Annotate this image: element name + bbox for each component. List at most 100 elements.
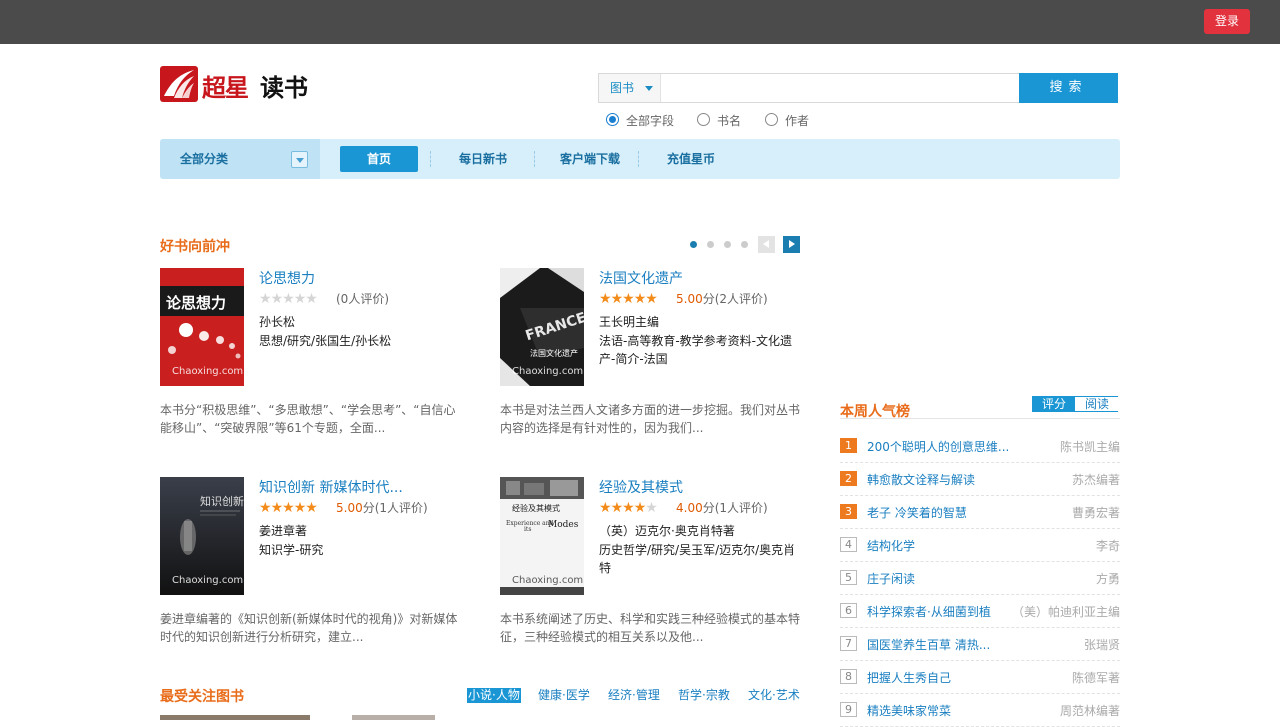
cover-watermark: Chaoxing.com	[512, 575, 584, 586]
top-bar: 登录	[0, 0, 1280, 44]
book-card: 经验及其模式 Experience and its Modes Chaoxing…	[500, 477, 800, 667]
nav-daily-new-books[interactable]: 每日新书	[446, 146, 520, 172]
rating-stars-icon: ★★★★★	[599, 500, 658, 516]
ranking-author: 李奇	[1095, 539, 1120, 553]
rating-stars-icon: ★★★★★	[259, 500, 318, 516]
cover-watermark: Chaoxing.com	[512, 366, 584, 377]
book-title-link[interactable]: 法国文化遗产	[599, 268, 683, 288]
carousel-dot[interactable]	[690, 241, 697, 248]
radio-unchecked-icon	[765, 113, 778, 126]
nav-recharge[interactable]: 充值星币	[654, 146, 728, 172]
radio-label: 作者	[785, 114, 810, 128]
tab-fiction-people[interactable]: 小说·人物	[467, 688, 521, 703]
ranking-title-link[interactable]: 科学探索者·从细菌到植	[867, 603, 991, 620]
rating-score: 5.00分(2人评价)	[676, 292, 768, 306]
book-title-link[interactable]: 论思想力	[259, 268, 315, 288]
popular-section-title: 最受关注图书	[160, 689, 244, 705]
book-author: 姜进章著	[259, 524, 308, 538]
book-description: 姜进章编著的《知识创新(新媒体时代的视角)》对新媒体时代的知识创新进行分析研究，…	[160, 612, 458, 644]
tab-reading[interactable]: 阅读	[1076, 397, 1118, 411]
ranking-item: 9 精选美味家常菜 周范林编著	[840, 694, 1120, 727]
book-author: 王长明主编	[599, 315, 660, 329]
rank-badge: 6	[840, 603, 857, 618]
carousel-dot[interactable]	[741, 241, 748, 248]
rating-score: 5.00分(1人评价)	[336, 501, 428, 515]
radio-label: 全部字段	[626, 114, 675, 128]
ranking-title-link[interactable]: 韩愈散文诠释与解读	[867, 471, 975, 488]
book-description: 本书系统阐述了历史、科学和实践三种经验模式的基本特征，三种经验模式的相互关系以及…	[500, 612, 801, 644]
ranking-title-link[interactable]: 老子 冷笑着的智慧	[867, 504, 967, 521]
rank-badge: 4	[840, 537, 857, 552]
ranking-item: 2 韩愈散文诠释与解读 苏杰编著	[840, 463, 1120, 496]
ranking-tabs: 评分 阅读	[1032, 396, 1118, 412]
svg-text:its: its	[524, 526, 531, 533]
ranking-title-link[interactable]: 结构化学	[867, 537, 915, 554]
rank-badge: 2	[840, 471, 857, 486]
ranking-author: 张瑞贤	[1083, 638, 1120, 652]
book-tags: 法语-高等教育-教学参考资料-文化遗产-简介-法国	[599, 334, 792, 366]
radio-label: 书名	[717, 114, 742, 128]
nav-home[interactable]: 首页	[340, 146, 418, 172]
tab-culture-art[interactable]: 文化·艺术	[748, 688, 800, 703]
tab-philosophy-religion[interactable]: 哲学·宗教	[678, 688, 730, 703]
carousel-dot[interactable]	[707, 241, 714, 248]
logo-product: 读书	[260, 74, 308, 102]
book-cover[interactable]: FRANCE 法国文化遗产 Chaoxing.com	[500, 268, 584, 386]
ranking-item: 5 庄子闲读 方勇	[840, 562, 1120, 595]
radio-checked-icon	[606, 113, 619, 126]
ranking-author: 苏杰编著	[1071, 473, 1120, 487]
nav-divider	[430, 151, 431, 167]
popular-book-cover[interactable]	[160, 715, 310, 720]
rank-badge: 8	[840, 669, 857, 684]
ranking-item: 8 把握人生秀自己 陈德军著	[840, 661, 1120, 694]
nav-divider	[534, 151, 535, 167]
book-cover[interactable]: 论思想力 Chaoxing.com	[160, 268, 244, 386]
carousel-dot[interactable]	[724, 241, 731, 248]
search-type-label: 图书	[610, 81, 635, 95]
all-categories-menu[interactable]: 全部分类	[160, 139, 320, 179]
search-box: 图书 搜索	[598, 73, 1118, 103]
rank-badge: 1	[840, 438, 857, 453]
login-button[interactable]: 登录	[1204, 9, 1250, 34]
tab-health-medicine[interactable]: 健康·医学	[538, 688, 590, 703]
carousel-prev-icon[interactable]	[758, 236, 775, 253]
book-author: （英）迈克尔·奥克肖特著	[599, 524, 735, 538]
popular-book-cover[interactable]	[352, 715, 435, 720]
ranking-item: 4 结构化学 李奇	[840, 529, 1120, 562]
tab-economics-management[interactable]: 经济·管理	[608, 688, 660, 703]
tab-rating[interactable]: 评分	[1033, 397, 1075, 411]
all-categories-label: 全部分类	[180, 152, 229, 166]
book-card: FRANCE 法国文化遗产 Chaoxing.com 法国文化遗产 ★★★★★ …	[500, 268, 800, 458]
ranking-title-link[interactable]: 把握人生秀自己	[867, 669, 951, 686]
search-button[interactable]: 搜索	[1019, 73, 1118, 103]
ranking-title-link[interactable]: 精选美味家常菜	[867, 702, 951, 719]
book-title-link[interactable]: 经验及其模式	[599, 477, 683, 497]
rank-badge: 9	[840, 702, 857, 717]
rank-badge: 3	[840, 504, 857, 519]
svg-text:经验及其模式: 经验及其模式	[512, 503, 560, 513]
nav-client-download[interactable]: 客户端下载	[550, 146, 630, 172]
search-type-select[interactable]: 图书	[599, 74, 661, 102]
ranking-author: 曹勇宏著	[1071, 506, 1120, 520]
ranking-item: 6 科学探索者·从细菌到植 （美）帕迪利亚主编	[840, 595, 1120, 628]
ranking-title-link[interactable]: 国医堂养生百草 清热...	[867, 636, 990, 653]
cover-watermark: Chaoxing.com	[172, 366, 244, 377]
ranking-divider	[840, 418, 1120, 419]
search-input[interactable]	[663, 76, 1015, 100]
dropdown-arrow-icon	[291, 151, 308, 168]
ranking-author: （美）帕迪利亚主编	[1011, 605, 1120, 619]
book-cover[interactable]: 知识创新 Chaoxing.com	[160, 477, 244, 595]
svg-text:论思想力: 论思想力	[166, 294, 226, 312]
book-cover[interactable]: 经验及其模式 Experience and its Modes Chaoxing…	[500, 477, 584, 595]
carousel-next-icon[interactable]	[783, 236, 800, 253]
logo-mark-icon	[160, 66, 198, 102]
rank-badge: 7	[840, 636, 857, 651]
ranking-title-link[interactable]: 200个聪明人的创意思维...	[867, 438, 1009, 455]
radio-unchecked-icon	[697, 113, 710, 126]
book-title-link[interactable]: 知识创新 新媒体时代...	[259, 477, 403, 497]
logo-brand: 超星	[202, 73, 249, 102]
nav-divider	[638, 151, 639, 167]
ranking-title-link[interactable]: 庄子闲读	[867, 570, 915, 587]
site-logo[interactable]: 超星 读书	[160, 66, 320, 104]
main-nav: 全部分类 首页 每日新书 客户端下载 充值星币	[160, 139, 1120, 179]
